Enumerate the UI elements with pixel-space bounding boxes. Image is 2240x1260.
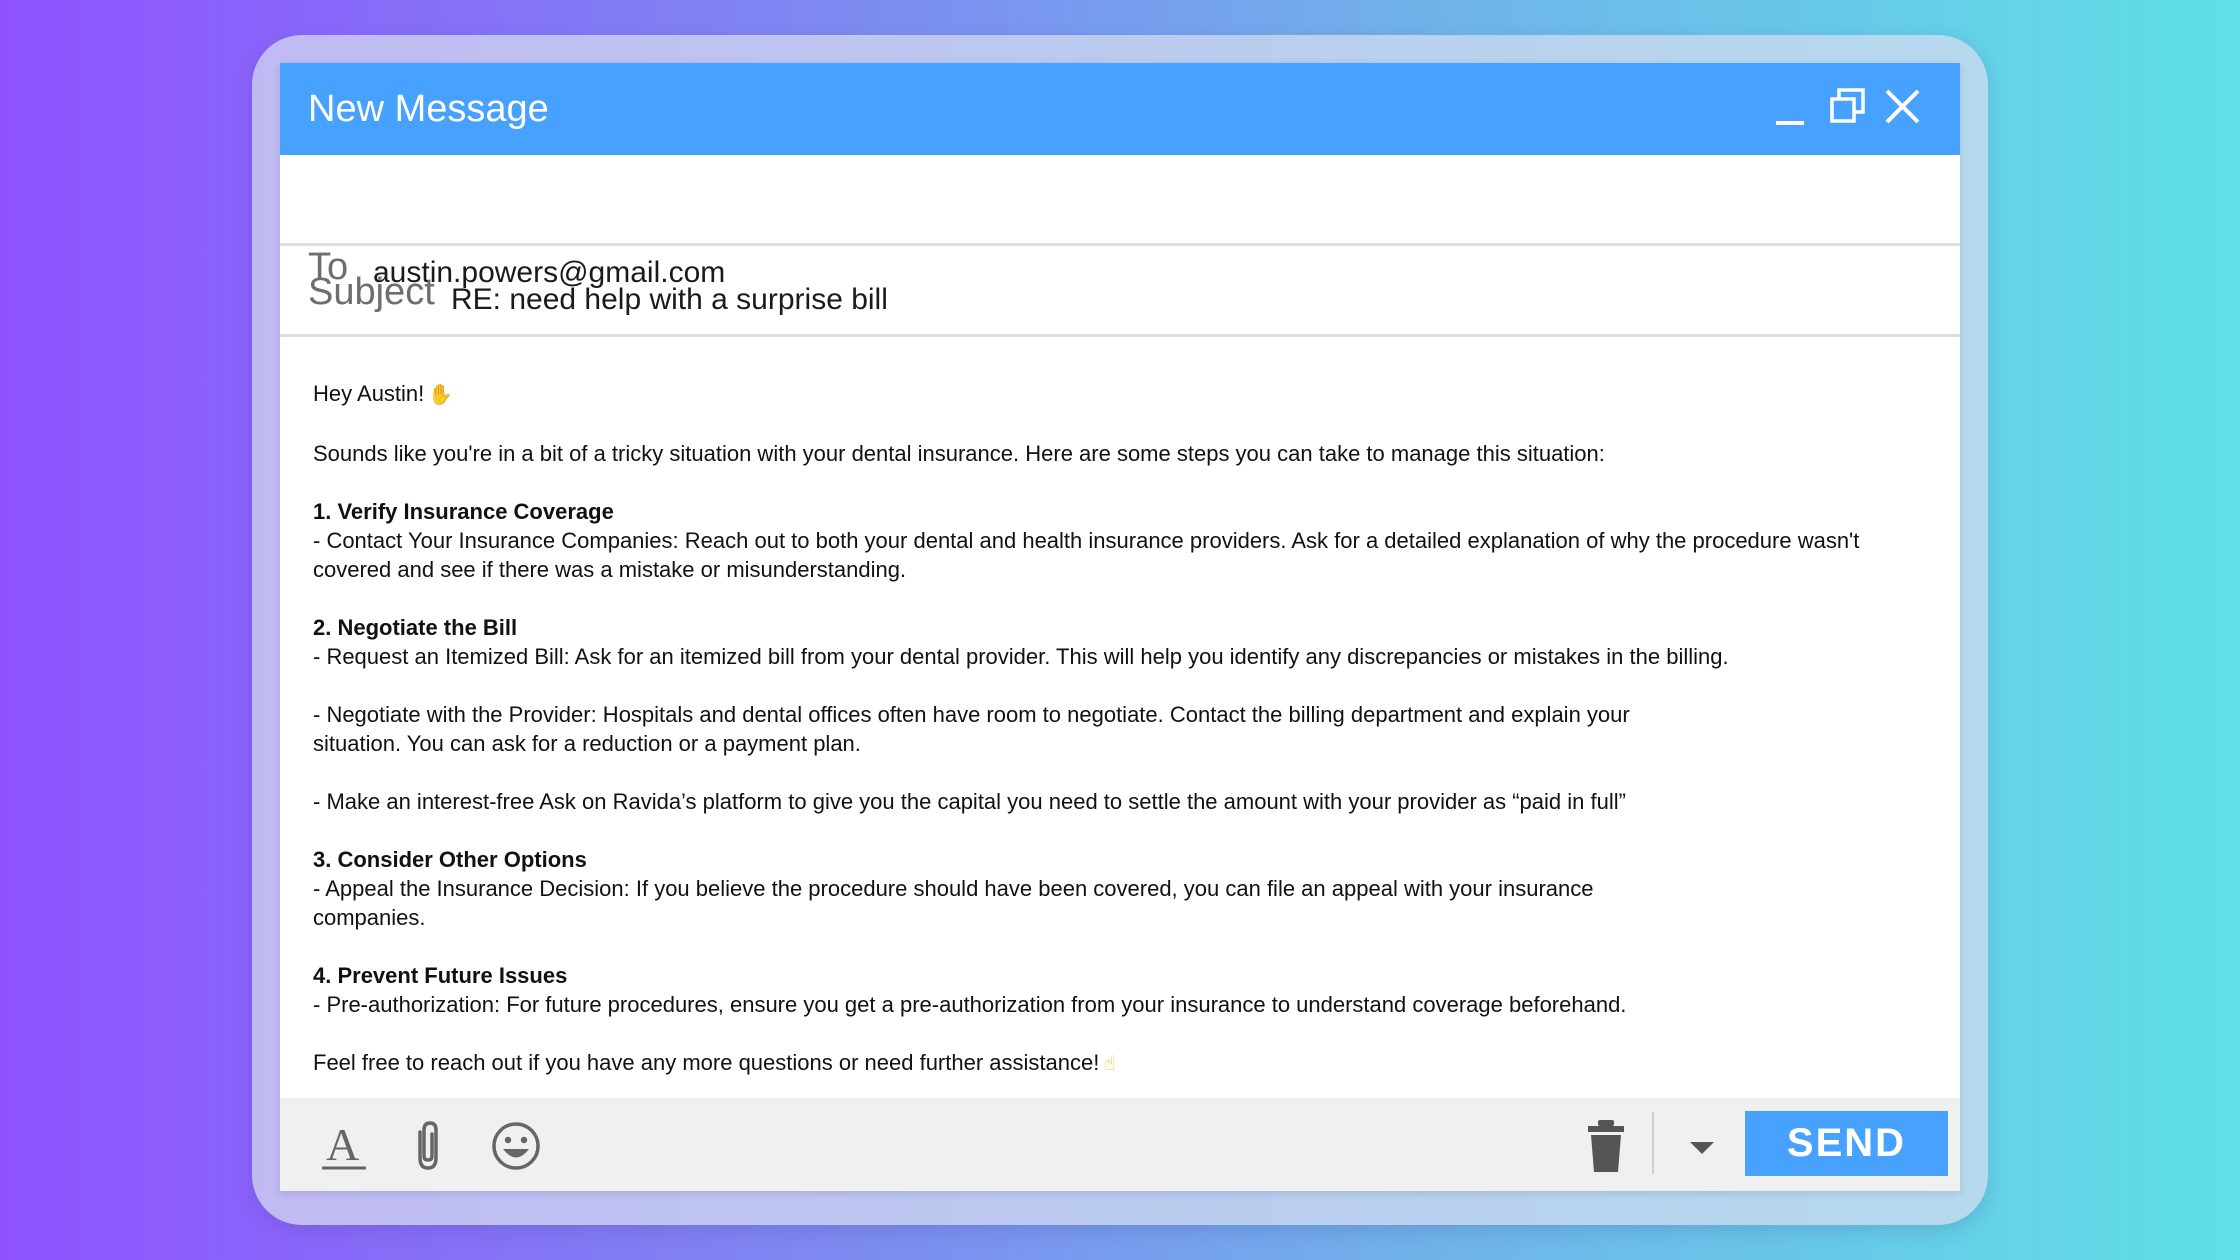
svg-text:A: A xyxy=(326,1119,359,1170)
closing-line: Feel free to reach out if you have any m… xyxy=(313,1048,1913,1079)
greeting-line: Hey Austin! ✋ xyxy=(313,379,1913,410)
restore-window-icon xyxy=(1830,88,1865,123)
discard-button[interactable] xyxy=(1578,1118,1634,1174)
send-button[interactable]: SEND xyxy=(1745,1111,1948,1176)
section-2-heading: 2. Negotiate the Bill xyxy=(313,615,518,640)
smiley-icon xyxy=(492,1122,540,1170)
section-1-line: - Contact Your Insurance Companies: Reac… xyxy=(313,528,1860,553)
title-bar: New Message xyxy=(280,63,1960,155)
section-1-heading: 1. Verify Insurance Coverage xyxy=(313,499,614,524)
section-4-line: - Pre-authorization: For future procedur… xyxy=(313,992,1627,1017)
subject-label: Subject xyxy=(308,271,435,313)
toolbar-divider xyxy=(1652,1112,1654,1174)
waving-hand-icon: ✋ xyxy=(428,384,454,406)
subject-field[interactable]: RE: need help with a surprise bill xyxy=(451,280,888,320)
minimize-button[interactable] xyxy=(1770,85,1814,129)
section-4-heading: 4. Prevent Future Issues xyxy=(313,963,568,988)
section-2-line: - Negotiate with the Provider: Hospitals… xyxy=(313,702,1630,727)
close-button[interactable] xyxy=(1881,85,1925,129)
intro-line: Sounds like you're in a bit of a tricky … xyxy=(313,441,1605,466)
to-row: To austin.powers@gmail.com xyxy=(280,155,1960,289)
compose-toolbar: A SEND xyxy=(280,1098,1960,1191)
call-me-hand-icon: ☝ xyxy=(1103,1053,1116,1075)
text-format-icon: A xyxy=(322,1119,366,1170)
attach-button[interactable] xyxy=(400,1118,456,1174)
section-2-line: - Request an Itemized Bill: Ask for an i… xyxy=(313,644,1729,669)
section-3-line: - Appeal the Insurance Decision: If you … xyxy=(313,876,1594,901)
trash-icon xyxy=(1588,1120,1624,1172)
section-2-line: situation. You can ask for a reduction o… xyxy=(313,731,861,756)
minimize-icon xyxy=(1776,121,1804,125)
greeting-text: Hey Austin! xyxy=(313,381,425,406)
message-body[interactable]: Hey Austin! ✋ Sounds like you're in a bit… xyxy=(313,379,1913,1079)
section-1-line: covered and see if there was a mistake o… xyxy=(313,557,907,582)
section-3-heading: 3. Consider Other Options xyxy=(313,847,587,872)
caret-down-icon xyxy=(1690,1142,1714,1154)
compose-window: New Message To austin.powers@gmail.com S… xyxy=(280,63,1960,1191)
window-title: New Message xyxy=(308,88,549,130)
section-3-line: companies. xyxy=(313,905,426,930)
close-icon xyxy=(1885,89,1920,124)
paperclip-icon xyxy=(418,1121,438,1170)
emoji-button[interactable] xyxy=(488,1118,544,1174)
more-options-button[interactable] xyxy=(1674,1118,1730,1174)
popout-button[interactable] xyxy=(1826,85,1870,129)
section-2-line: - Make an interest-free Ask on Ravida’s … xyxy=(313,789,1626,814)
closing-text: Feel free to reach out if you have any m… xyxy=(313,1050,1100,1075)
formatting-button[interactable]: A xyxy=(318,1118,374,1174)
